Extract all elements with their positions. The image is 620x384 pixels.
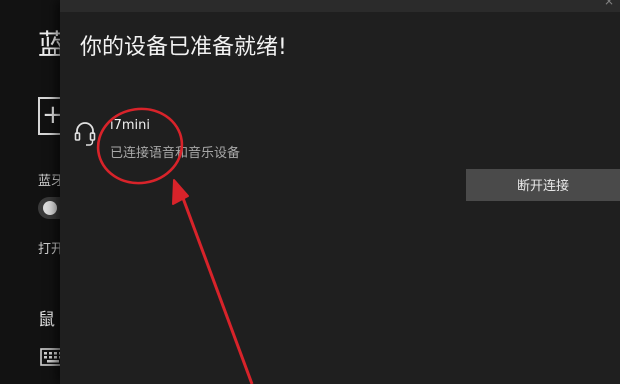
close-icon[interactable]: × — [604, 0, 614, 8]
toggle-knob — [43, 201, 57, 215]
screen: 蓝 + 蓝牙 打开 鼠 × 你的设备已准备就绪! i7mini 已连接语音和音乐… — [0, 0, 620, 384]
device-status: 已连接语音和音乐设备 — [110, 146, 241, 161]
device-name: i7mini — [110, 118, 151, 133]
headset-icon — [74, 122, 96, 146]
device-entry[interactable]: i7mini 已连接语音和音乐设备 — [74, 114, 374, 164]
disconnect-button[interactable]: 断开连接 — [466, 169, 620, 201]
dialog-heading: 你的设备已准备就绪! — [80, 35, 287, 60]
dialog-titlebar: × — [60, 0, 620, 12]
device-ready-dialog: × 你的设备已准备就绪! i7mini 已连接语音和音乐设备 断开连接 — [60, 0, 620, 384]
section-heading: 鼠 — [38, 310, 55, 330]
